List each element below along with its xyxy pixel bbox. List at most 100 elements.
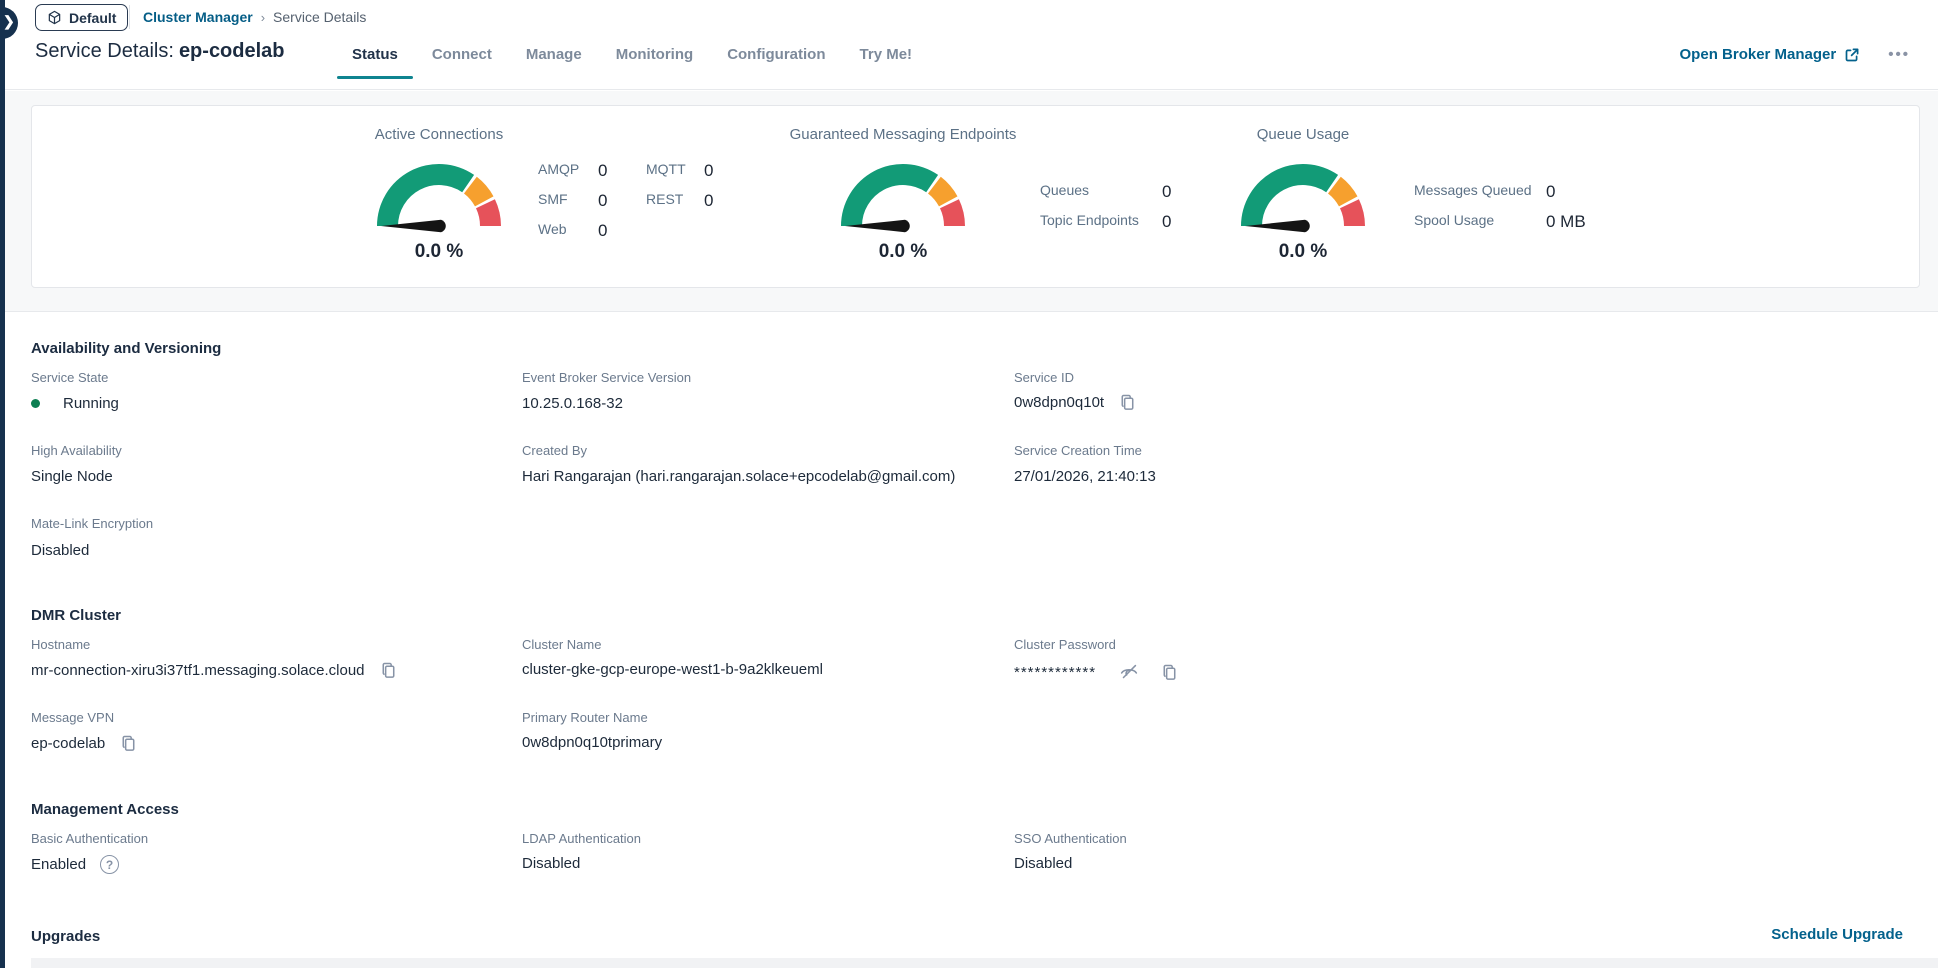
open-broker-manager-link[interactable]: Open Broker Manager [1680,46,1861,63]
field-hostname: Hostname [31,637,90,652]
stat-label: SMF [538,191,598,211]
gauge-chart [369,156,509,234]
tab-connect[interactable]: Connect [415,40,509,79]
field-creation-time: Service Creation Time [1014,443,1142,458]
gauge-title: Guaranteed Messaging Endpoints [790,126,1017,143]
gauge-percent: 0.0 % [415,241,464,263]
page-title-prefix: Service Details: [35,40,174,62]
gauge-chart [833,156,973,234]
stat-label: Web [538,221,598,241]
open-broker-manager-label: Open Broker Manager [1680,46,1837,63]
field-sso-auth: SSO Authentication [1014,831,1127,846]
field-service-id: Service ID [1014,370,1074,385]
dmr-section-heading: DMR Cluster [31,607,121,624]
tab-configuration[interactable]: Configuration [710,40,842,79]
service-tabs: Status Connect Manage Monitoring Configu… [335,40,929,79]
active-connections-gauge-group: Active Connections 0.0 % AMQP 0 MQTT 0 S… [364,106,728,263]
field-service-state-value: Running [31,395,119,412]
queue-usage-stats: Messages Queued 0 Spool Usage 0 MB [1414,182,1616,232]
schedule-upgrade-link[interactable]: Schedule Upgrade [1771,926,1903,943]
stat-value: 0 [598,221,646,241]
gauges-card: Active Connections 0.0 % AMQP 0 MQTT 0 S… [31,105,1920,288]
upgrades-table-header-partial [31,958,1938,968]
stat-label: Messages Queued [1414,182,1546,202]
field-service-id-value: 0w8dpn0q10t [1014,393,1137,412]
tab-try-me[interactable]: Try Me! [843,40,930,79]
topbar-divider [129,5,130,29]
management-section-heading: Management Access [31,801,179,818]
breadcrumb-current: Service Details [273,9,366,25]
service-name: ep-codelab [179,40,285,62]
field-version: Event Broker Service Version [522,370,691,385]
stat-label: MQTT [646,161,704,181]
field-ldap-auth: LDAP Authentication [522,831,641,846]
gauge-title: Active Connections [375,126,503,143]
field-cluster-password: Cluster Password [1014,637,1116,652]
external-link-icon [1844,47,1860,63]
field-service-state: Service State [31,370,108,385]
gauge-title: Queue Usage [1257,126,1350,143]
stat-label: REST [646,191,704,211]
cube-icon [47,10,62,25]
upgrades-section-heading: Upgrades [31,928,100,945]
field-cluster-name: Cluster Name [522,637,601,652]
field-ldap-auth-value: Disabled [522,855,580,872]
stat-value: 0 [704,161,728,181]
active-connections-stats: AMQP 0 MQTT 0 SMF 0 REST 0 Web 0 [538,161,728,241]
environment-badge-label: Default [69,10,116,26]
stat-label: Queues [1040,182,1162,202]
field-basic-auth-value: Enabled ? [31,855,119,874]
stat-label: Spool Usage [1414,212,1546,232]
guaranteed-endpoints-gauge-group: Guaranteed Messaging Endpoints 0.0 % Que… [828,106,1186,263]
field-created-by: Created By [522,443,587,458]
field-mate-link-value: Disabled [31,542,89,559]
running-status-dot [31,399,40,408]
tab-monitoring[interactable]: Monitoring [599,40,710,79]
field-mate-link: Mate-Link Encryption [31,516,153,531]
guaranteed-endpoints-stats: Queues 0 Topic Endpoints 0 [1040,182,1186,232]
help-icon[interactable]: ? [100,855,119,874]
stat-label: AMQP [538,161,598,181]
field-version-value: 10.25.0.168-32 [522,395,623,412]
field-message-vpn: Message VPN [31,710,114,725]
copy-icon[interactable] [119,734,138,753]
tab-manage[interactable]: Manage [509,40,599,79]
status-summary-band: Active Connections 0.0 % AMQP 0 MQTT 0 S… [5,91,1938,312]
field-high-availability: High Availability [31,443,122,458]
gauge-percent: 0.0 % [879,241,928,263]
field-primary-router: Primary Router Name [522,710,648,725]
stat-value: 0 [1162,212,1186,232]
breadcrumb-cluster-manager[interactable]: Cluster Manager [143,9,253,25]
stat-value: 0 [704,191,728,211]
header-actions: Open Broker Manager ••• [1680,46,1910,63]
gauge-percent: 0.0 % [1279,241,1328,263]
field-creation-time-value: 27/01/2026, 21:40:13 [1014,468,1156,485]
copy-icon[interactable] [1160,663,1179,682]
copy-icon[interactable] [1118,393,1137,412]
tab-status[interactable]: Status [335,40,415,79]
field-sso-auth-value: Disabled [1014,855,1072,872]
stat-value: 0 MB [1546,212,1616,232]
availability-section-heading: Availability and Versioning [31,340,221,357]
page-title: Service Details:ep-codelab [35,40,285,63]
field-hostname-value: mr-connection-xiru3i37tf1.messaging.sola… [31,661,398,680]
collapsed-sidebar-rail [0,0,5,968]
breadcrumb: Cluster Manager › Service Details [143,9,366,25]
field-cluster-password-value: ************ [1014,661,1179,683]
field-basic-auth: Basic Authentication [31,831,148,846]
breadcrumb-separator: › [261,10,265,25]
environment-badge[interactable]: Default [35,4,128,31]
field-message-vpn-value: ep-codelab [31,734,138,753]
field-high-availability-value: Single Node [31,468,113,485]
stat-value: 0 [1546,182,1616,202]
gauge-chart [1233,156,1373,234]
stat-label: Topic Endpoints [1040,212,1162,232]
field-primary-router-value: 0w8dpn0q10tprimary [522,734,662,751]
stat-value: 0 [1162,182,1186,202]
show-password-icon[interactable] [1118,661,1140,683]
stat-value: 0 [598,161,646,181]
copy-icon[interactable] [379,661,398,680]
stat-value: 0 [598,191,646,211]
more-options-icon[interactable]: ••• [1888,46,1910,63]
chevron-right-icon: ❯ [3,13,15,30]
